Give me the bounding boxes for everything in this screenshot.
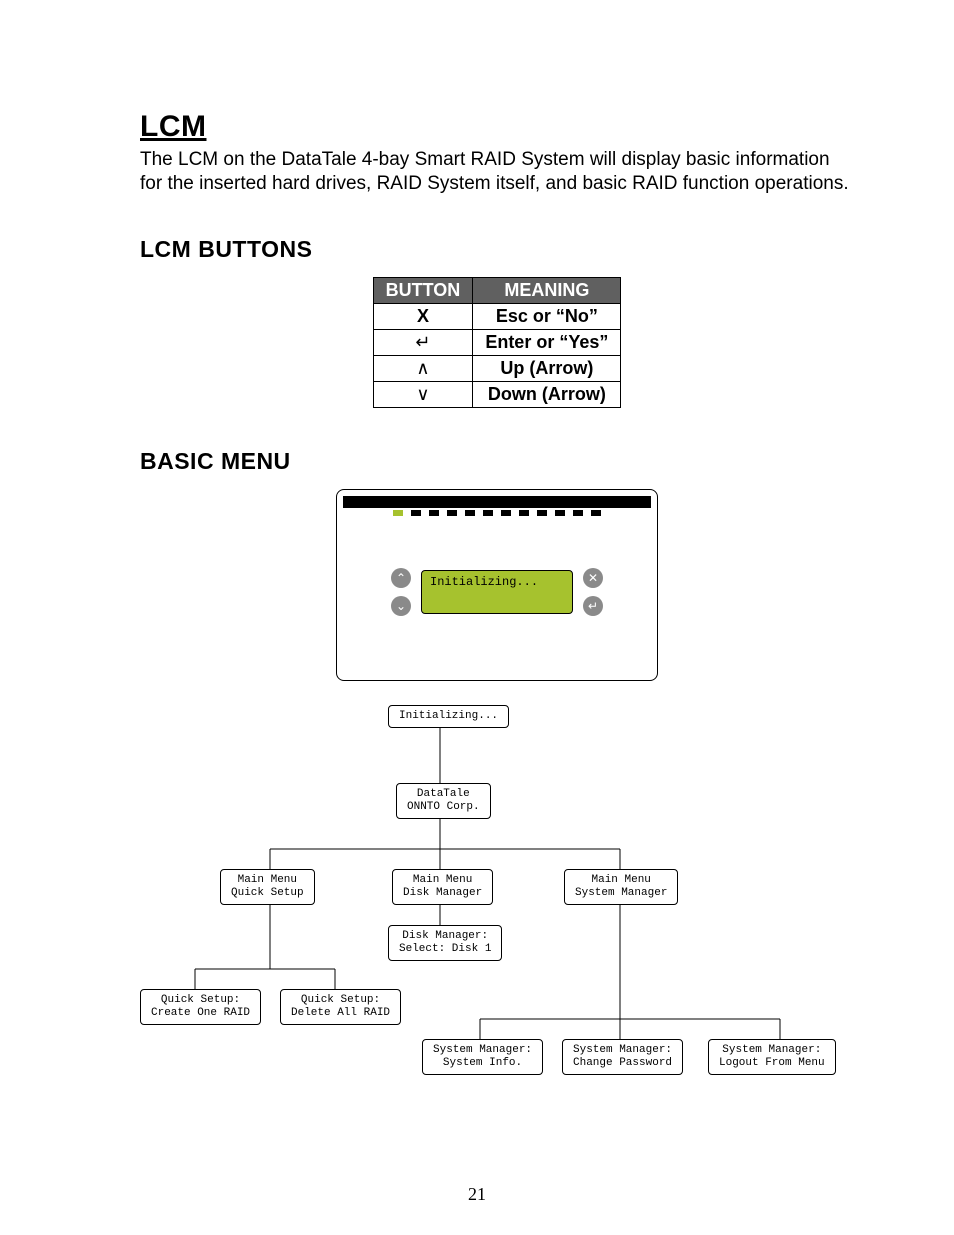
led-icon — [537, 510, 547, 516]
lcd-screen: Initializing... — [421, 570, 573, 614]
led-icon — [465, 510, 475, 516]
intro-paragraph: The LCM on the DataTale 4-bay Smart RAID… — [140, 148, 854, 196]
device-top-bar — [343, 496, 651, 508]
node-disk-manager-select: Disk Manager: Select: Disk 1 — [388, 925, 502, 961]
cell-meaning: Up (Arrow) — [473, 355, 621, 381]
nav-left: ⌃ ⌄ — [391, 568, 411, 616]
node-sm-system-info: System Manager: System Info. — [422, 1039, 543, 1075]
cell-meaning: Down (Arrow) — [473, 381, 621, 407]
node-line1: System Manager: — [433, 1044, 532, 1056]
node-line2: System Info. — [443, 1057, 522, 1069]
node-main-system-manager: Main Menu System Manager — [564, 869, 678, 905]
page: LCM The LCM on the DataTale 4-bay Smart … — [0, 0, 954, 1235]
th-button: BUTTON — [373, 277, 473, 303]
led-icon — [483, 510, 493, 516]
node-sm-change-password: System Manager: Change Password — [562, 1039, 683, 1075]
heading-lcm: LCM — [140, 110, 854, 144]
node-line1: System Manager: — [722, 1044, 821, 1056]
node-sm-logout: System Manager: Logout From Menu — [708, 1039, 836, 1075]
cell-meaning: Enter or “Yes” — [473, 329, 621, 355]
node-line2: Delete All RAID — [291, 1007, 390, 1019]
node-line1: Main Menu — [238, 874, 297, 886]
cell-button: ∧ — [373, 355, 473, 381]
node-line2: Create One RAID — [151, 1007, 250, 1019]
page-number: 21 — [0, 1184, 954, 1205]
node-initializing: Initializing... — [388, 705, 509, 728]
led-icon — [447, 510, 457, 516]
led-icon — [411, 510, 421, 516]
lcd-area: ⌃ ⌄ Initializing... ✕ ↵ — [391, 568, 603, 616]
node-line1: Main Menu — [413, 874, 472, 886]
node-line1: DataTale — [417, 788, 470, 800]
heading-lcm-buttons: LCM BUTTONS — [140, 236, 854, 263]
node-line2: ONNTO Corp. — [407, 801, 480, 813]
led-icon — [591, 510, 601, 516]
down-button-icon: ⌄ — [391, 596, 411, 616]
nav-right: ✕ ↵ — [583, 568, 603, 616]
node-line1: Quick Setup: — [161, 994, 240, 1006]
device-leds — [393, 510, 601, 518]
node-main-quick-setup: Main Menu Quick Setup — [220, 869, 315, 905]
node-line1: System Manager: — [573, 1044, 672, 1056]
led-icon — [573, 510, 583, 516]
cell-button: X — [373, 303, 473, 329]
led-icon — [393, 510, 403, 516]
x-button-icon: ✕ — [583, 568, 603, 588]
node-line1: Main Menu — [592, 874, 651, 886]
table-row: X Esc or “No” — [373, 303, 621, 329]
th-meaning: MEANING — [473, 277, 621, 303]
node-line2: Select: Disk 1 — [399, 943, 491, 955]
heading-basic-menu: BASIC MENU — [140, 448, 854, 475]
enter-button-icon: ↵ — [583, 596, 603, 616]
node-datatale: DataTale ONNTO Corp. — [396, 783, 491, 819]
device-illustration: ⌃ ⌄ Initializing... ✕ ↵ — [336, 489, 658, 681]
node-line2: Logout From Menu — [719, 1057, 825, 1069]
node-line2: Quick Setup — [231, 887, 304, 899]
node-line1: Quick Setup: — [301, 994, 380, 1006]
node-line2: Change Password — [573, 1057, 672, 1069]
cell-button: ↵ — [373, 329, 473, 355]
cell-button: ∨ — [373, 381, 473, 407]
menu-tree: Initializing... DataTale ONNTO Corp. Mai… — [140, 699, 860, 1099]
node-quick-delete-raid: Quick Setup: Delete All RAID — [280, 989, 401, 1025]
table-row: ∨ Down (Arrow) — [373, 381, 621, 407]
led-icon — [429, 510, 439, 516]
node-line2: Disk Manager — [403, 887, 482, 899]
led-icon — [501, 510, 511, 516]
led-icon — [555, 510, 565, 516]
node-main-disk-manager: Main Menu Disk Manager — [392, 869, 493, 905]
up-button-icon: ⌃ — [391, 568, 411, 588]
led-icon — [519, 510, 529, 516]
node-line1: Disk Manager: — [402, 930, 488, 942]
node-quick-create-raid: Quick Setup: Create One RAID — [140, 989, 261, 1025]
table-row: ↵ Enter or “Yes” — [373, 329, 621, 355]
cell-meaning: Esc or “No” — [473, 303, 621, 329]
content: LCM The LCM on the DataTale 4-bay Smart … — [140, 110, 854, 1099]
node-line2: System Manager — [575, 887, 667, 899]
buttons-table: BUTTON MEANING X Esc or “No” ↵ Enter or … — [373, 277, 622, 408]
table-row: ∧ Up (Arrow) — [373, 355, 621, 381]
